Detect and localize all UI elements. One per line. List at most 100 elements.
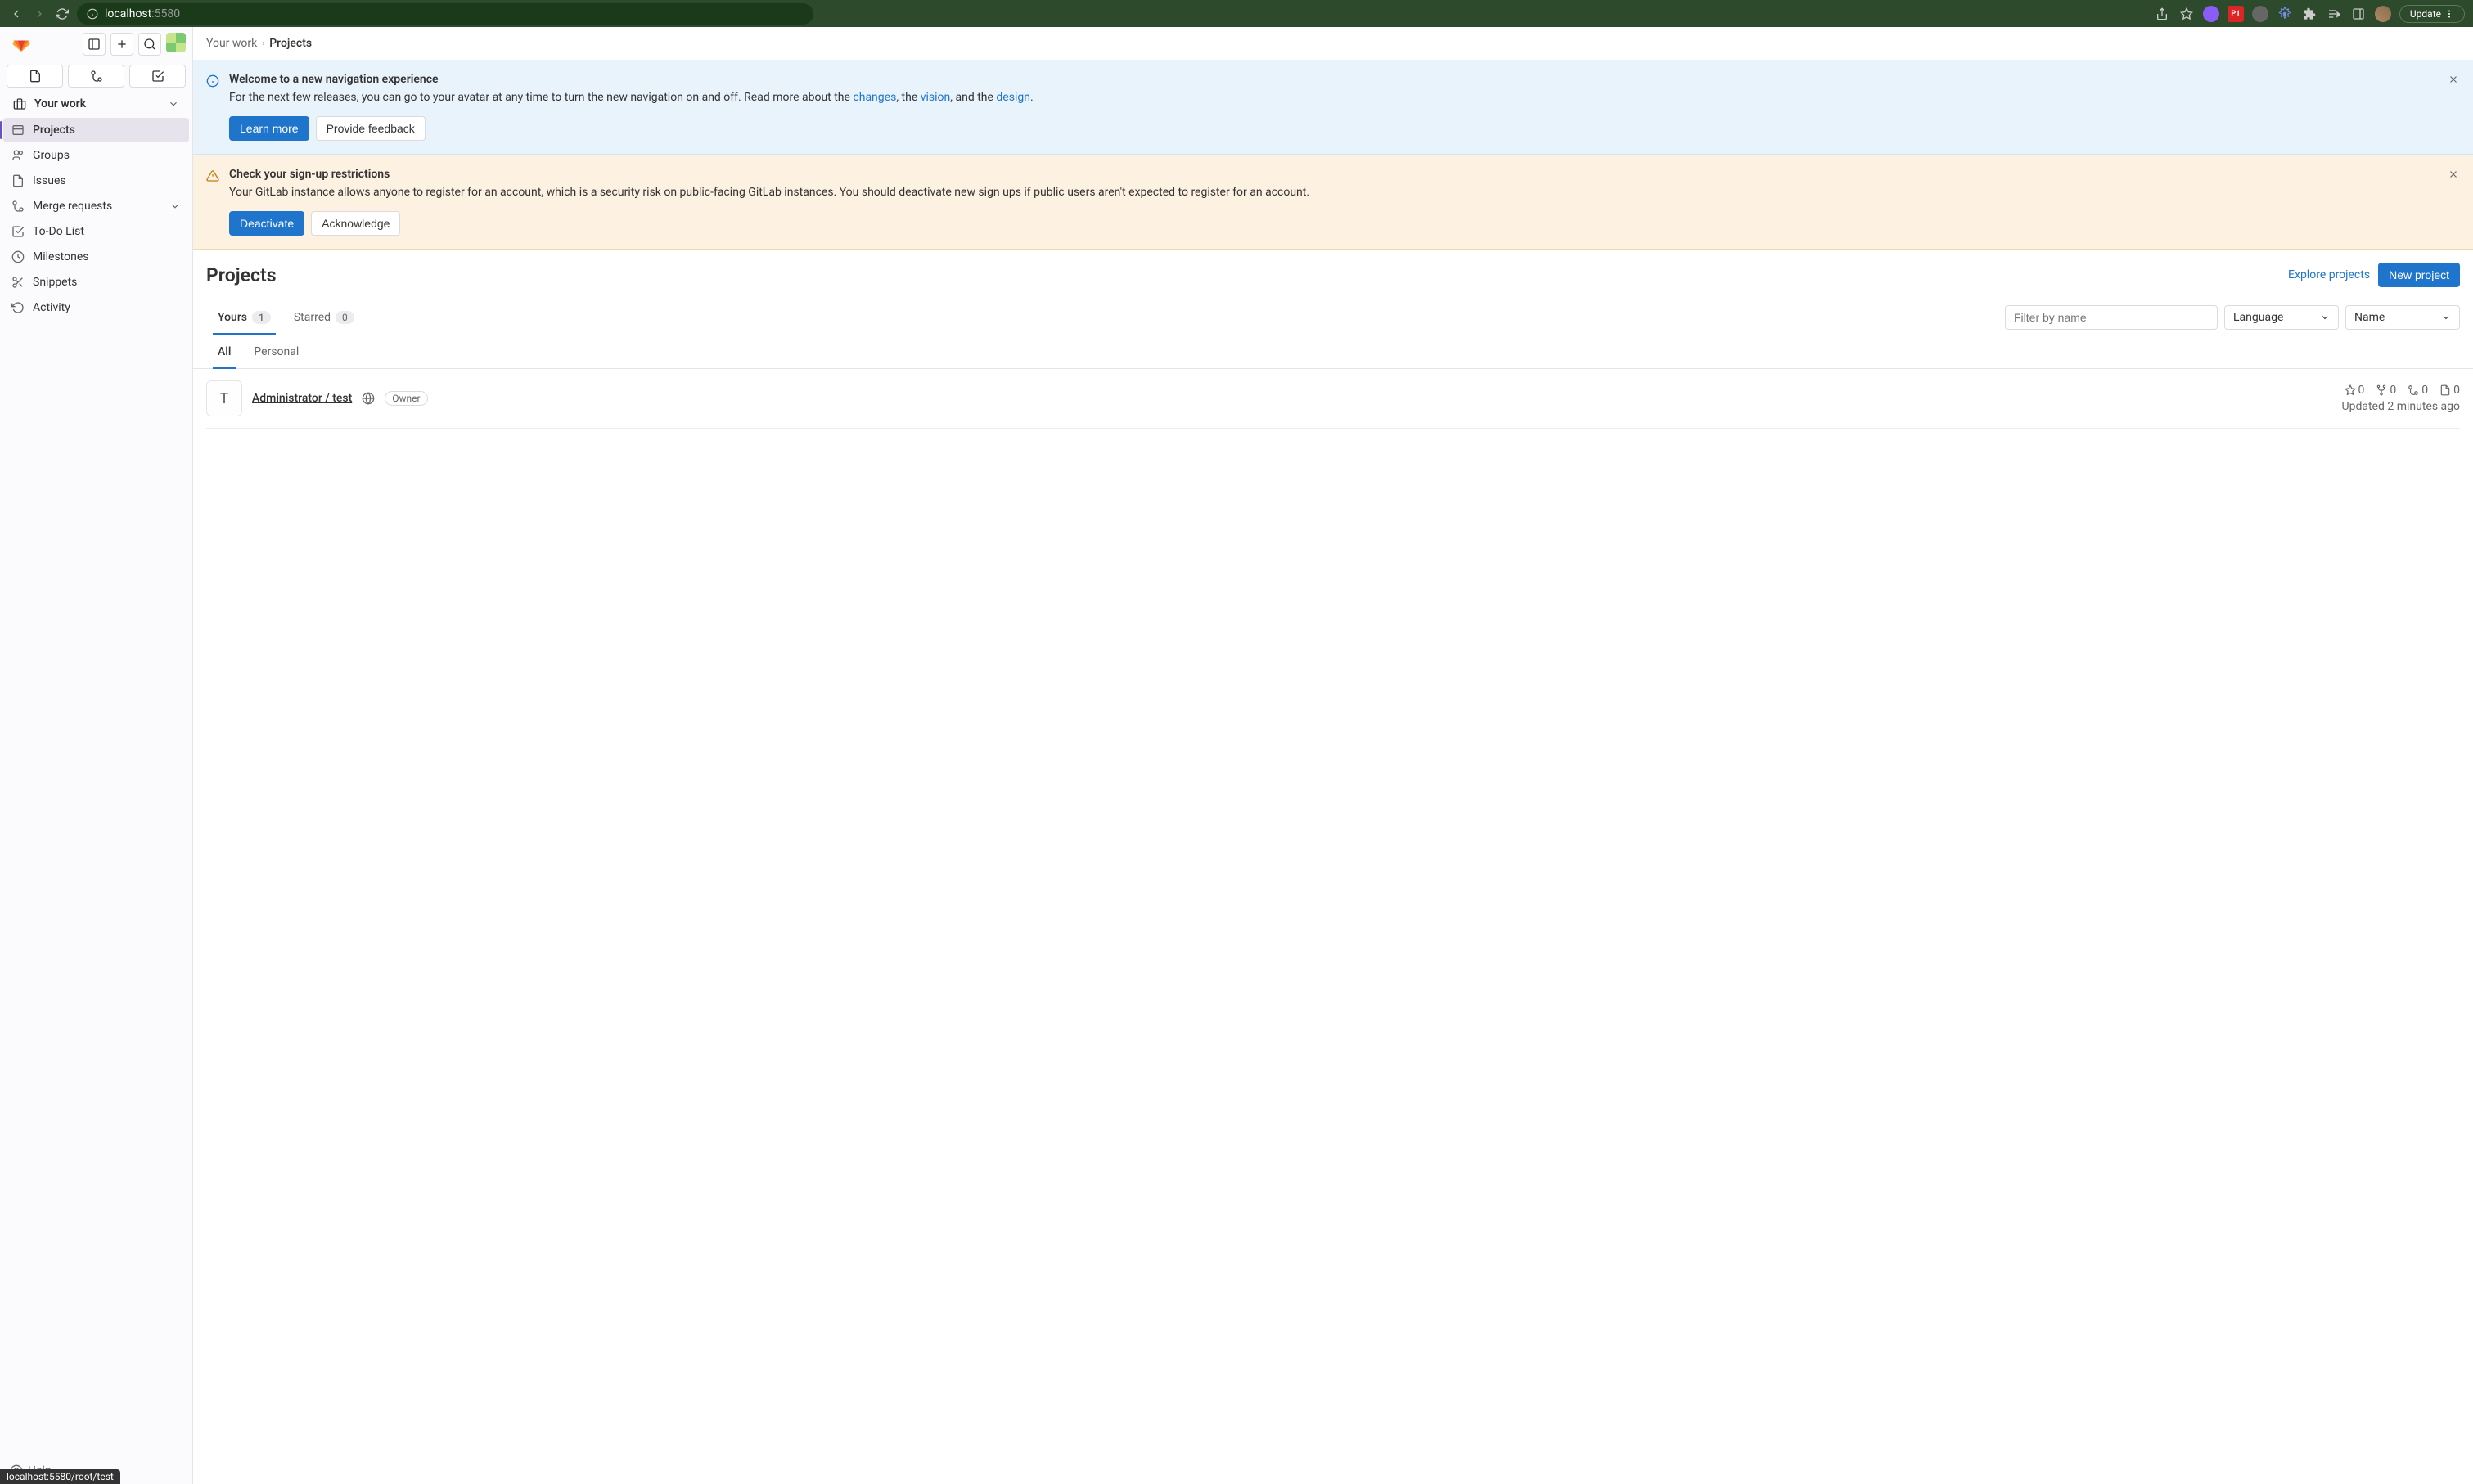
sidebar-item-label: Activity [33,301,70,314]
extension-p1-icon[interactable]: P1 [2228,6,2244,22]
url-bar[interactable]: localhost:5580 [77,3,813,25]
vision-link[interactable]: vision [921,91,951,104]
subtab-personal[interactable]: Personal [242,335,310,368]
mrs-stat[interactable]: 0 [2408,384,2428,397]
forks-stat[interactable]: 0 [2376,384,2396,397]
info-banner: Welcome to a new navigation experience F… [193,60,2473,155]
breadcrumb-root[interactable]: Your work [206,37,257,50]
gitlab-logo[interactable] [11,34,31,54]
breadcrumb-current: Projects [269,37,312,50]
status-tooltip: localhost:5580/root/test [0,1469,120,1484]
stars-stat[interactable]: 0 [2345,384,2365,397]
sidebar-item-label: Merge requests [33,200,112,213]
subtab-all[interactable]: All [206,335,242,368]
briefcase-icon [13,97,26,110]
profile-avatar[interactable] [2375,6,2391,22]
merge-icon [2408,384,2419,396]
sidebar-item-merge-requests[interactable]: Merge requests [3,194,189,218]
project-icon [11,124,25,137]
chevron-down-icon [168,98,179,110]
issues-icon [2439,384,2451,396]
info-banner-text: For the next few releases, you can go to… [229,89,2460,106]
new-project-button[interactable]: New project [2378,263,2460,287]
sidebar-heading-your-work[interactable]: Your work [3,91,189,117]
sidebar: Your work Projects Groups Issues Merge r… [0,27,193,1484]
explore-projects-link[interactable]: Explore projects [2288,268,2370,281]
merge-icon [11,200,25,213]
forward-button[interactable] [31,6,47,22]
playlist-icon[interactable] [2326,6,2342,22]
tab-yours[interactable]: Yours 1 [206,301,282,334]
sidebar-item-snippets[interactable]: Snippets [3,270,189,295]
role-badge: Owner [385,391,427,406]
language-select[interactable]: Language [2224,305,2339,330]
search-button[interactable] [138,33,161,56]
sidebar-item-groups[interactable]: Groups [3,143,189,168]
sidebar-item-label: To-Do List [33,225,84,238]
provide-feedback-button[interactable]: Provide feedback [316,116,426,141]
sidebar-item-issues[interactable]: Issues [3,169,189,193]
browser-chrome: localhost:5580 P1 Update [0,0,2473,27]
sidebar-item-projects[interactable]: Projects [3,118,189,142]
tab-label: Starred [294,311,331,324]
sidebar-item-todo[interactable]: To-Do List [3,219,189,244]
acknowledge-button[interactable]: Acknowledge [311,211,400,236]
extensions-icon[interactable] [2301,6,2318,22]
merge-requests-shortcut-button[interactable] [68,65,124,88]
tab-starred[interactable]: Starred 0 [282,301,366,334]
user-avatar[interactable] [166,33,186,52]
sidebar-item-milestones[interactable]: Milestones [3,245,189,269]
star-icon [2345,384,2356,396]
filter-input[interactable] [2005,305,2218,330]
learn-more-button[interactable]: Learn more [229,116,309,141]
project-tabs: Yours 1 Starred 0 Language Name [193,300,2473,335]
bookmark-icon[interactable] [2178,6,2195,22]
panel-icon[interactable] [2350,6,2367,22]
history-icon [11,301,25,314]
sidebar-item-activity[interactable]: Activity [3,295,189,320]
todos-shortcut-button[interactable] [129,65,186,88]
issues-stat[interactable]: 0 [2439,384,2460,397]
close-warning-banner-button[interactable] [2444,164,2463,184]
collapse-sidebar-button[interactable] [83,33,106,56]
sidebar-item-label: Snippets [33,276,77,289]
project-subtabs: All Personal [193,335,2473,369]
clock-icon [11,250,25,263]
back-button[interactable] [8,6,25,22]
todo-icon [11,225,25,238]
scissors-icon [11,276,25,289]
url-host: localhost [105,7,151,20]
info-banner-title: Welcome to a new navigation experience [229,73,2460,86]
breadcrumb: Your work › Projects [193,27,2473,60]
sort-select[interactable]: Name [2345,305,2460,330]
reload-button[interactable] [54,6,70,22]
sidebar-item-label: Groups [33,149,70,162]
issues-shortcut-button[interactable] [7,65,63,88]
warning-banner: Check your sign-up restrictions Your Git… [193,155,2473,250]
sidebar-heading-label: Your work [34,97,86,110]
breadcrumb-separator: › [262,39,264,48]
deactivate-button[interactable]: Deactivate [229,211,304,236]
extension-gear-icon[interactable] [2277,6,2293,22]
sidebar-item-label: Issues [33,174,66,187]
page-title: Projects [206,264,277,286]
info-icon [206,74,219,88]
create-new-button[interactable] [110,33,133,56]
globe-icon [362,392,375,405]
close-info-banner-button[interactable] [2444,70,2463,89]
tab-count-badge: 1 [252,311,271,324]
changes-link[interactable]: changes [853,91,896,104]
groups-icon [11,149,25,162]
project-name-link[interactable]: Administrator / test [252,392,352,405]
chevron-down-icon [169,200,181,212]
warning-icon [206,169,219,182]
tab-label: Yours [218,311,247,324]
share-icon[interactable] [2154,6,2170,22]
extension-3-icon[interactable] [2252,6,2268,22]
update-button[interactable]: Update [2399,5,2465,23]
project-avatar[interactable]: T [206,380,242,416]
design-link[interactable]: design [996,91,1030,104]
chevron-down-icon [2320,313,2330,322]
url-port: :5580 [151,7,180,20]
extension-1-icon[interactable] [2203,6,2219,22]
